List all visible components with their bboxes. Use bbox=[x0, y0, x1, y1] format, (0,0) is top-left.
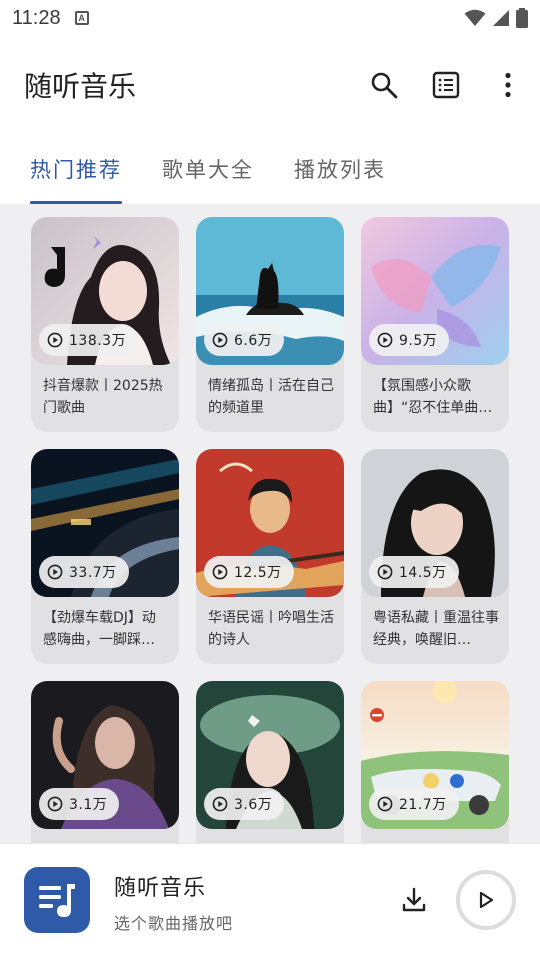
play-circle-icon bbox=[377, 796, 393, 812]
playlist-card[interactable]: 3.1万 bbox=[31, 681, 179, 844]
playlist-card[interactable]: 9.5万 【氛围感小众歌曲】“忍不住单曲… bbox=[361, 217, 509, 432]
music-queue-icon bbox=[39, 884, 75, 917]
tab-playlist-collection[interactable]: 歌单大全 bbox=[142, 140, 274, 204]
player-title: 随听音乐 bbox=[114, 876, 207, 901]
wifi-icon bbox=[464, 9, 486, 26]
play-count: 12.5万 bbox=[234, 565, 282, 581]
list-icon bbox=[432, 71, 460, 99]
playlist-card[interactable]: 21.7万 bbox=[361, 681, 509, 844]
notification-badge: A bbox=[74, 11, 89, 25]
play-count: 14.5万 bbox=[399, 565, 447, 581]
play-circle-icon bbox=[47, 796, 63, 812]
playlist-cover: 33.7万 bbox=[31, 449, 179, 597]
playlist-scroll-area[interactable]: 138.3万 抖音爆款丨2025热门歌曲 6.6万 情绪孤岛丨活在自己的频道里 … bbox=[0, 204, 540, 844]
status-bar: 11:28 A bbox=[0, 0, 540, 36]
battery-icon bbox=[516, 8, 528, 28]
playlist-title: 【劲爆车载DJ】动感嗨曲，一脚踩… bbox=[43, 610, 156, 648]
download-button[interactable] bbox=[392, 878, 436, 922]
app-bar-actions bbox=[346, 61, 540, 109]
play-button[interactable] bbox=[456, 870, 516, 930]
playlist-cover: 3.6万 bbox=[196, 681, 344, 829]
play-count-badge: 3.6万 bbox=[204, 788, 285, 820]
play-count: 9.5万 bbox=[399, 333, 438, 349]
play-circle-icon bbox=[377, 332, 393, 348]
playlist-cover: 9.5万 bbox=[361, 217, 509, 365]
signal-icon bbox=[493, 10, 509, 26]
playlist-title: 粤语私藏丨重温往事经典，唤醒旧… bbox=[373, 610, 499, 648]
tab-play-queue[interactable]: 播放列表 bbox=[274, 140, 406, 204]
more-options-button[interactable] bbox=[484, 61, 532, 109]
play-count: 3.1万 bbox=[69, 797, 108, 813]
playlist-card[interactable]: 12.5万 华语民谣丨吟唱生活的诗人 bbox=[196, 449, 344, 664]
more-vert-icon bbox=[505, 72, 511, 98]
play-count-badge: 138.3万 bbox=[39, 324, 139, 356]
play-circle-icon bbox=[212, 796, 228, 812]
play-count-badge: 21.7万 bbox=[369, 788, 459, 820]
list-button[interactable] bbox=[422, 61, 470, 109]
playlist-title: 情绪孤岛丨活在自己的频道里 bbox=[208, 378, 334, 416]
download-icon bbox=[402, 887, 426, 912]
app-title: 随听音乐 bbox=[24, 70, 137, 103]
playlist-title: 【氛围感小众歌曲】“忍不住单曲… bbox=[373, 378, 493, 416]
status-icons bbox=[464, 8, 528, 28]
playlist-card[interactable]: 6.6万 情绪孤岛丨活在自己的频道里 bbox=[196, 217, 344, 432]
playlist-cover: 14.5万 bbox=[361, 449, 509, 597]
playlist-cover: 12.5万 bbox=[196, 449, 344, 597]
playlist-title: 抖音爆款丨2025热门歌曲 bbox=[43, 378, 163, 416]
play-count-badge: 12.5万 bbox=[204, 556, 294, 588]
play-count-badge: 3.1万 bbox=[39, 788, 120, 820]
playlist-card[interactable]: 33.7万 【劲爆车载DJ】动感嗨曲，一脚踩… bbox=[31, 449, 179, 664]
play-circle-icon bbox=[377, 564, 393, 580]
play-count-badge: 33.7万 bbox=[39, 556, 129, 588]
playlist-card[interactable]: 3.6万 bbox=[196, 681, 344, 844]
player-cover bbox=[24, 867, 90, 933]
play-circle-icon bbox=[47, 564, 63, 580]
search-icon bbox=[371, 72, 398, 99]
playlist-card[interactable]: 138.3万 抖音爆款丨2025热门歌曲 bbox=[31, 217, 179, 432]
play-count-badge: 6.6万 bbox=[204, 324, 285, 356]
play-count: 21.7万 bbox=[399, 797, 447, 813]
play-circle-icon bbox=[47, 332, 63, 348]
play-icon bbox=[479, 891, 494, 909]
play-count: 33.7万 bbox=[69, 565, 117, 581]
playlist-title: 华语民谣丨吟唱生活的诗人 bbox=[208, 610, 334, 648]
status-time: 11:28 bbox=[12, 6, 61, 29]
search-button[interactable] bbox=[360, 61, 408, 109]
playlist-cover: 138.3万 bbox=[31, 217, 179, 365]
playlist-cover: 3.1万 bbox=[31, 681, 179, 829]
playlist-cover: 6.6万 bbox=[196, 217, 344, 365]
play-circle-icon bbox=[212, 564, 228, 580]
tab-hot-recommend[interactable]: 热门推荐 bbox=[10, 140, 142, 204]
play-count-badge: 14.5万 bbox=[369, 556, 459, 588]
app-bar: 随听音乐 bbox=[0, 50, 540, 120]
play-count: 6.6万 bbox=[234, 333, 273, 349]
play-count-badge: 9.5万 bbox=[369, 324, 450, 356]
mini-player[interactable]: 随听音乐 选个歌曲播放吧 bbox=[0, 844, 540, 960]
tab-bar: 热门推荐 歌单大全 播放列表 bbox=[0, 140, 540, 204]
play-count: 3.6万 bbox=[234, 797, 273, 813]
playlist-card[interactable]: 14.5万 粤语私藏丨重温往事经典，唤醒旧… bbox=[361, 449, 509, 664]
play-count: 138.3万 bbox=[69, 333, 127, 349]
playlist-cover: 21.7万 bbox=[361, 681, 509, 829]
player-subtitle: 选个歌曲播放吧 bbox=[114, 914, 234, 933]
play-circle-icon bbox=[212, 332, 228, 348]
